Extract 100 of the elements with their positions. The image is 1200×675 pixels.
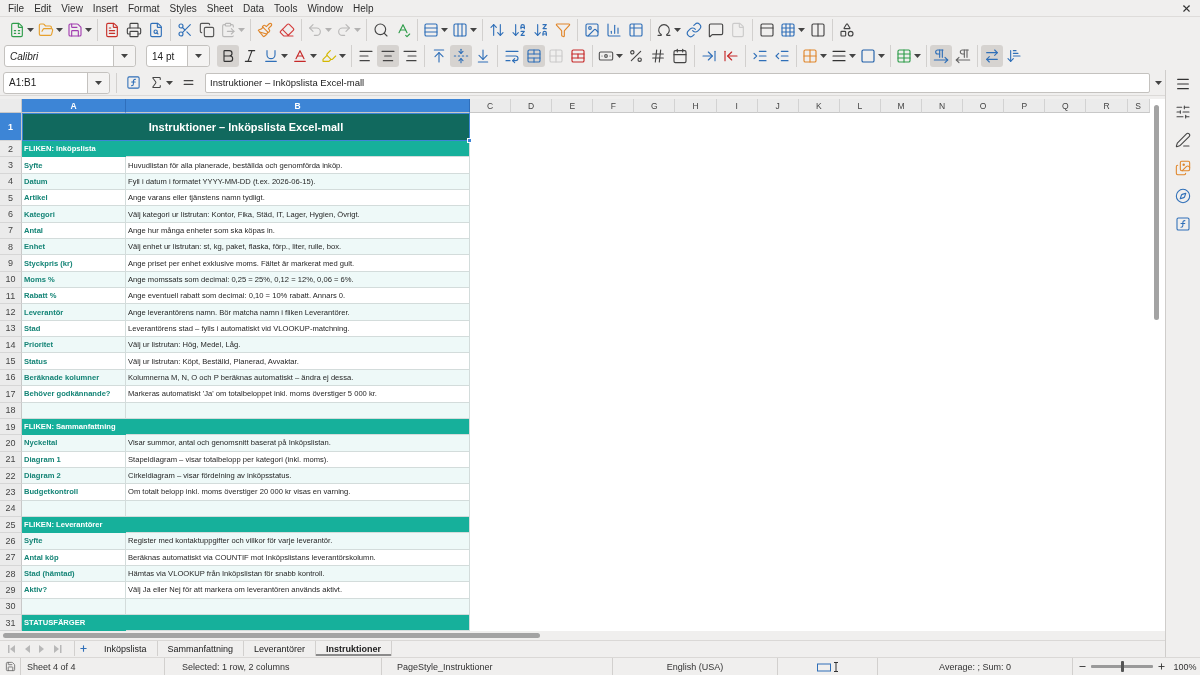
row-header[interactable]: 9 — [0, 255, 22, 272]
column-header[interactable]: G — [634, 99, 676, 113]
font-size-box[interactable]: 14 pt — [146, 45, 210, 67]
selection-mode-icon[interactable] — [816, 661, 839, 672]
menu-item[interactable]: View — [56, 2, 88, 14]
column-header[interactable]: L — [839, 99, 881, 113]
link-icon — [686, 21, 702, 38]
scrollbar-thumb[interactable] — [1154, 105, 1159, 320]
menu-item[interactable]: Sheet — [201, 2, 238, 14]
eraser-icon — [279, 21, 295, 38]
page-icon — [730, 21, 746, 38]
ltr-button[interactable] — [930, 45, 952, 67]
fill-handle-icon[interactable] — [467, 138, 472, 143]
save-icon[interactable] — [4, 661, 16, 672]
scrollbar-thumb[interactable] — [3, 633, 540, 638]
row-header[interactable]: 15 — [0, 353, 22, 370]
menu-item[interactable]: Help — [348, 2, 379, 14]
underline-icon — [263, 48, 279, 64]
bold-icon — [220, 48, 236, 64]
horizontal-text-button[interactable] — [981, 45, 1003, 67]
column-header[interactable]: P — [1004, 99, 1046, 113]
grid-icon — [548, 48, 564, 64]
menu-item[interactable]: Tools — [269, 2, 303, 14]
merge-center-button[interactable] — [523, 45, 545, 67]
paintbrush-icon — [257, 21, 273, 38]
menu-icon[interactable] — [1175, 76, 1191, 92]
swap-arrows-icon — [984, 48, 1000, 64]
compass-icon[interactable] — [1175, 188, 1191, 204]
column-header[interactable]: F — [593, 99, 635, 113]
menu-item[interactable]: Insert — [87, 2, 123, 14]
row-header[interactable]: 14 — [0, 337, 22, 354]
align-bottom-icon — [475, 48, 491, 64]
column-header[interactable]: D — [511, 99, 553, 113]
row-header[interactable]: 6 — [0, 206, 22, 223]
sheet-tab[interactable]: Inköpslista — [94, 641, 158, 656]
name-box[interactable]: A1:B1 — [3, 71, 110, 94]
spellcheck-icon — [395, 21, 411, 38]
row-header[interactable]: 5 — [0, 190, 22, 207]
pen-icon[interactable] — [1175, 132, 1191, 148]
row-header[interactable]: 3 — [0, 157, 22, 174]
function-icon[interactable] — [1175, 216, 1191, 232]
sheet-tab[interactable]: Leverantörer — [244, 641, 317, 656]
page-style-text[interactable]: PageStyle_Instruktioner — [397, 661, 493, 672]
menu-item[interactable]: Data — [237, 2, 270, 14]
column-header[interactable]: A — [22, 99, 126, 113]
column-header[interactable]: H — [675, 99, 717, 113]
row-header[interactable]: 2 — [0, 141, 22, 158]
column-header[interactable]: B — [126, 99, 470, 113]
font-name-box[interactable]: Calibri — [4, 45, 136, 67]
sum-summary-text: Average: ; Sum: 0 — [939, 661, 1011, 672]
indent-increase-icon — [752, 48, 768, 64]
sort-descending-icon — [533, 21, 549, 38]
caret-icon — [195, 54, 202, 58]
column-header[interactable]: E — [552, 99, 594, 113]
column-header[interactable]: S — [1127, 99, 1150, 113]
column-header[interactable]: O — [963, 99, 1005, 113]
calendar-icon — [672, 48, 688, 64]
column-header[interactable]: N — [922, 99, 964, 113]
row-header[interactable]: 1 — [0, 113, 22, 141]
align-middle-button[interactable] — [450, 45, 472, 67]
row-header[interactable]: 20 — [0, 435, 22, 452]
column-header[interactable]: C — [470, 99, 512, 113]
column-header[interactable]: K — [798, 99, 840, 113]
menu-item[interactable]: Styles — [164, 2, 202, 14]
language-text[interactable]: English (USA) — [666, 661, 724, 672]
row-header[interactable]: 23 — [0, 484, 22, 501]
sheet-tab[interactable]: Instruktioner — [316, 641, 393, 656]
row-header[interactable]: 26 — [0, 533, 22, 550]
bold-button[interactable] — [217, 45, 239, 67]
menu-item[interactable]: Edit — [29, 2, 57, 14]
menu-item[interactable]: Window — [302, 2, 348, 14]
save-icon — [67, 21, 83, 38]
gallery-icon[interactable] — [1175, 160, 1191, 176]
close-icon[interactable] — [1181, 2, 1192, 14]
row-header[interactable]: 29 — [0, 582, 22, 599]
zoom-in-icon[interactable] — [1156, 662, 1166, 671]
rows-grid-icon — [423, 21, 439, 38]
menu-item[interactable]: Format — [122, 2, 165, 14]
copy-icon — [199, 21, 215, 38]
sort-ascending-icon — [511, 21, 527, 38]
menu-item[interactable]: File — [3, 2, 30, 14]
column-header[interactable]: Q — [1045, 99, 1087, 113]
row-header[interactable]: 17 — [0, 386, 22, 403]
column-header[interactable]: R — [1086, 99, 1128, 113]
funnel-icon — [555, 21, 571, 38]
align-center-button[interactable] — [377, 45, 399, 67]
merge-cells-icon — [526, 48, 542, 64]
row-header[interactable]: 11 — [0, 288, 22, 305]
column-header[interactable]: M — [880, 99, 923, 113]
align-center-icon — [380, 48, 396, 64]
zoom-slider-thumb[interactable] — [1120, 661, 1124, 672]
caret-icon — [95, 80, 102, 85]
sliders-icon[interactable] — [1175, 104, 1191, 120]
sheet-tab[interactable]: Sammanfattning — [157, 641, 245, 656]
row-header[interactable]: 12 — [0, 304, 22, 321]
zoom-level-text[interactable]: 100% — [1173, 661, 1197, 672]
formula-input[interactable]: Instruktioner – Inköpslista Excel-mall — [205, 72, 1150, 93]
row-header[interactable]: 8 — [0, 239, 22, 256]
column-header[interactable]: J — [757, 99, 799, 113]
column-header[interactable]: I — [716, 99, 758, 113]
